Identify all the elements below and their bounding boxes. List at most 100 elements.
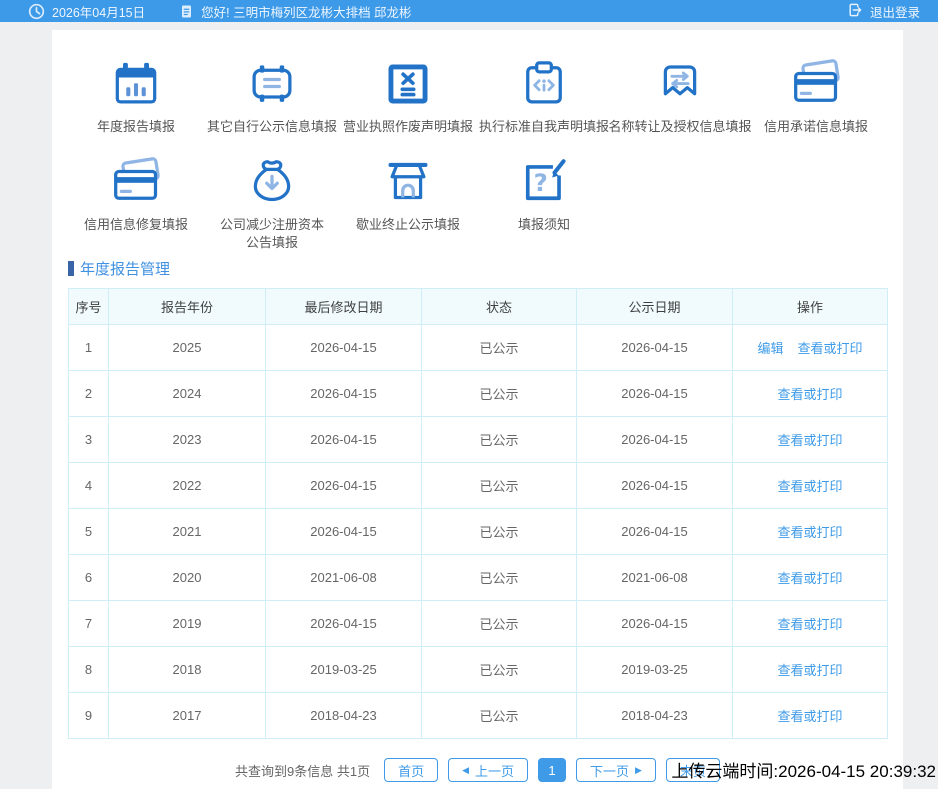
table-row: 320232026-04-15已公示2026-04-15查看或打印	[69, 417, 888, 463]
action-link[interactable]: 查看或打印	[777, 709, 842, 724]
document-icon	[179, 4, 194, 19]
nav-item-label: 名称转让及授权信息填报	[609, 118, 752, 136]
nav-item-9[interactable]: 歇业终止公示填报	[356, 156, 460, 252]
question-edit-icon: ?	[518, 156, 570, 208]
cell-modified: 2026-04-15	[266, 371, 422, 417]
column-header: 公示日期	[577, 289, 733, 325]
current-page-number: 1	[548, 763, 555, 778]
annual-report-table: 序号报告年份最后修改日期状态公示日期操作 120252026-04-15已公示2…	[68, 288, 888, 739]
cell-actions: 查看或打印	[733, 693, 888, 739]
cell-year: 2018	[109, 647, 266, 693]
cell-year: 2025	[109, 325, 266, 371]
table-row: 120252026-04-15已公示2026-04-15编辑查看或打印	[69, 325, 888, 371]
nav-item-3[interactable]: 营业执照作废声明填报	[343, 58, 473, 136]
current-date: 2026年04月15日	[52, 2, 145, 21]
table-row: 420222026-04-15已公示2026-04-15查看或打印	[69, 463, 888, 509]
action-link[interactable]: 查看或打印	[777, 571, 842, 586]
main-card: 年度报告填报 其它自行公示信息填报营业执照作废声明填报执行标准自我声明填报名称转让…	[52, 30, 903, 789]
cell-modified: 2026-04-15	[266, 601, 422, 647]
section-marker	[68, 261, 74, 276]
nav-item-4[interactable]: 执行标准自我声明填报	[479, 58, 609, 136]
nav-item-6[interactable]: 信用承诺信息填报	[764, 58, 868, 136]
next-page-button[interactable]: 下一页 ▶	[576, 758, 656, 782]
nav-item-label: 公司减少注册资本公告填报	[219, 216, 325, 252]
cell-published: 2019-03-25	[577, 647, 733, 693]
date-group: 2026年04月15日	[28, 2, 145, 21]
prev-page-label: 上一页	[475, 761, 514, 780]
nav-icon-grid: 年度报告填报 其它自行公示信息填报营业执照作废声明填报执行标准自我声明填报名称转让…	[68, 30, 887, 252]
cell-no: 2	[69, 371, 109, 417]
nav-item-10[interactable]: ? 填报须知	[518, 156, 570, 252]
cell-published: 2026-04-15	[577, 509, 733, 555]
action-link[interactable]: 查看或打印	[777, 387, 842, 402]
svg-text:?: ?	[534, 168, 548, 197]
cell-published: 2026-04-15	[577, 325, 733, 371]
nav-item-1[interactable]: 年度报告填报	[97, 58, 175, 136]
cell-year: 2021	[109, 509, 266, 555]
cell-status: 已公示	[422, 509, 577, 555]
column-header: 操作	[733, 289, 888, 325]
nav-item-label: 营业执照作废声明填报	[343, 118, 473, 136]
table-row: 520212026-04-15已公示2026-04-15查看或打印	[69, 509, 888, 555]
cell-status: 已公示	[422, 417, 577, 463]
table-row: 920172018-04-23已公示2018-04-23查看或打印	[69, 693, 888, 739]
license-void-icon	[382, 58, 434, 110]
action-link[interactable]: 查看或打印	[798, 341, 863, 356]
nav-item-label: 信用信息修复填报	[84, 216, 188, 234]
nav-item-2[interactable]: 其它自行公示信息填报	[207, 58, 337, 136]
next-page-label: 下一页	[590, 761, 629, 780]
action-link[interactable]: 查看或打印	[777, 663, 842, 678]
cell-actions: 编辑查看或打印	[733, 325, 888, 371]
nav-item-label: 年度报告填报	[97, 118, 175, 136]
action-link[interactable]: 编辑	[757, 341, 783, 356]
cell-year: 2024	[109, 371, 266, 417]
cell-status: 已公示	[422, 693, 577, 739]
cell-status: 已公示	[422, 371, 577, 417]
section-header: 年度报告管理	[68, 258, 887, 279]
nav-item-label: 其它自行公示信息填报	[207, 118, 337, 136]
table-row: 620202021-06-08已公示2021-06-08查看或打印	[69, 555, 888, 601]
clock-icon	[28, 3, 45, 20]
first-page-button[interactable]: 首页	[384, 758, 438, 782]
action-link[interactable]: 查看或打印	[777, 525, 842, 540]
nav-item-5[interactable]: 名称转让及授权信息填报	[609, 58, 752, 136]
current-page-button[interactable]: 1	[538, 758, 566, 782]
table-row: 820182019-03-25已公示2019-03-25查看或打印	[69, 647, 888, 693]
storefront-icon	[382, 156, 434, 208]
cell-actions: 查看或打印	[733, 417, 888, 463]
action-link[interactable]: 查看或打印	[777, 433, 842, 448]
logout-button[interactable]: 退出登录	[847, 2, 920, 21]
action-link[interactable]: 查看或打印	[777, 617, 842, 632]
cell-actions: 查看或打印	[733, 647, 888, 693]
notice-board-icon	[246, 58, 298, 110]
column-header: 报告年份	[109, 289, 266, 325]
cell-year: 2023	[109, 417, 266, 463]
nav-item-label: 信用承诺信息填报	[764, 118, 868, 136]
nav-item-label: 填报须知	[518, 216, 570, 234]
first-page-label: 首页	[398, 761, 424, 780]
cell-modified: 2026-04-15	[266, 509, 422, 555]
cell-no: 7	[69, 601, 109, 647]
table-row: 220242026-04-15已公示2026-04-15查看或打印	[69, 371, 888, 417]
cell-no: 4	[69, 463, 109, 509]
table-row: 720192026-04-15已公示2026-04-15查看或打印	[69, 601, 888, 647]
cell-year: 2022	[109, 463, 266, 509]
cell-published: 2021-06-08	[577, 555, 733, 601]
nav-item-8[interactable]: 公司减少注册资本公告填报	[219, 156, 325, 252]
nav-item-7[interactable]: 信用信息修复填报	[84, 156, 188, 252]
top-header-bar: 2026年04月15日 您好! 三明市梅列区龙彬大排档 邱龙彬 退出登录	[0, 0, 938, 22]
nav-item-label: 歇业终止公示填报	[356, 216, 460, 234]
topbar-left: 2026年04月15日 您好! 三明市梅列区龙彬大排档 邱龙彬	[28, 2, 412, 21]
cell-modified: 2026-04-15	[266, 463, 422, 509]
cell-year: 2020	[109, 555, 266, 601]
credit-card-icon	[790, 58, 842, 110]
pagination-summary: 共查询到9条信息 共1页	[235, 761, 370, 780]
cell-published: 2026-04-15	[577, 371, 733, 417]
action-link[interactable]: 查看或打印	[777, 479, 842, 494]
cell-modified: 2026-04-15	[266, 417, 422, 463]
cell-status: 已公示	[422, 555, 577, 601]
table-body: 120252026-04-15已公示2026-04-15编辑查看或打印22024…	[69, 325, 888, 739]
cell-year: 2019	[109, 601, 266, 647]
cell-published: 2026-04-15	[577, 463, 733, 509]
prev-page-button[interactable]: ◀ 上一页	[448, 758, 528, 782]
